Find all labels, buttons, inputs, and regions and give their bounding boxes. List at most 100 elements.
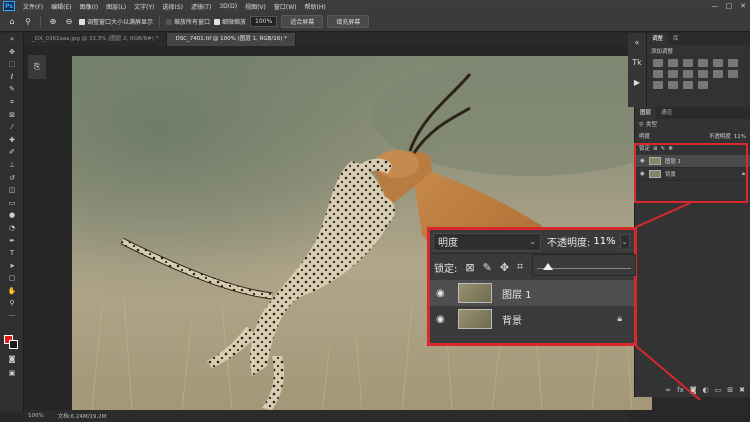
- crop-tool-icon[interactable]: ⌗: [0, 96, 24, 109]
- mask-icon[interactable]: ◙: [690, 386, 697, 394]
- maximize-button[interactable]: □: [722, 2, 736, 10]
- move-tool-icon[interactable]: ✥: [0, 46, 24, 59]
- callout-layer-row[interactable]: ◉ 背景 🔒︎: [430, 306, 634, 332]
- channel-mixer-icon[interactable]: [698, 70, 708, 78]
- background-color-swatch[interactable]: [9, 340, 18, 349]
- new-layer-icon[interactable]: ⊞: [727, 386, 733, 394]
- menu-edit[interactable]: 编辑(E): [47, 2, 75, 11]
- quick-select-icon[interactable]: ✎: [0, 83, 24, 96]
- marquee-tool-icon[interactable]: ⬚: [0, 58, 24, 71]
- tab-adjustments[interactable]: 调整: [647, 33, 669, 45]
- eraser-icon[interactable]: ◫: [0, 184, 24, 197]
- actions-play-icon[interactable]: ▶: [628, 73, 646, 93]
- levels-icon[interactable]: [668, 59, 678, 67]
- adjustment-icon[interactable]: ◐: [703, 386, 709, 394]
- menu-select[interactable]: 选择(S): [158, 2, 187, 11]
- photo-filter-icon[interactable]: [683, 70, 693, 78]
- path-select-icon[interactable]: ➤: [0, 260, 24, 273]
- hand-tool-icon[interactable]: ✋: [0, 285, 24, 298]
- link-icon[interactable]: ∞: [665, 386, 671, 394]
- menu-type[interactable]: 文字(Y): [130, 2, 158, 11]
- posterize-icon[interactable]: [653, 81, 663, 89]
- eye-icon[interactable]: ◉: [436, 288, 448, 299]
- blur-tool-icon[interactable]: ●: [0, 209, 24, 222]
- menu-3d[interactable]: 3D(D): [215, 3, 241, 10]
- menu-filter[interactable]: 滤镜(T): [187, 2, 215, 11]
- gradient-icon[interactable]: ▭: [0, 197, 24, 210]
- menu-file[interactable]: 文件(F): [19, 2, 47, 11]
- hue-icon[interactable]: [728, 59, 738, 67]
- menu-view[interactable]: 视图(V): [241, 2, 270, 11]
- close-button[interactable]: ✕: [736, 2, 750, 10]
- more-tools-icon[interactable]: ···: [0, 310, 24, 323]
- gradient-map-icon[interactable]: [683, 81, 693, 89]
- lookup-icon[interactable]: [713, 70, 723, 78]
- selective-color-icon[interactable]: [698, 81, 708, 89]
- type-tool-icon[interactable]: T: [0, 247, 24, 260]
- collapse-icon[interactable]: »: [0, 33, 24, 46]
- callout-layer-row[interactable]: ◉ 图层 1: [430, 280, 634, 306]
- home-icon[interactable]: ⌂: [6, 16, 18, 28]
- dodge-tool-icon[interactable]: ◔: [0, 222, 24, 235]
- brightness-icon[interactable]: [653, 59, 663, 67]
- screen-mode-icon[interactable]: ▣: [0, 367, 24, 380]
- resize-windows-checkbox[interactable]: 调整窗口大小以满屏显示: [79, 17, 153, 26]
- fill-screen-button[interactable]: 填充屏幕: [327, 15, 370, 28]
- tab-layers[interactable]: 图层: [635, 107, 657, 119]
- zoom-out-icon[interactable]: ⊖: [63, 16, 75, 28]
- layer-kind-select[interactable]: 类型: [646, 119, 657, 131]
- blend-mode-select[interactable]: 明度: [639, 131, 650, 143]
- threshold-icon[interactable]: [668, 81, 678, 89]
- healing-brush-icon[interactable]: ✚: [0, 134, 24, 147]
- tab-document-1[interactable]: _DX_0361aaa.jpg @ 33.3% (图层 2, RGB/8#) *: [24, 33, 168, 46]
- minimize-button[interactable]: —: [708, 2, 722, 10]
- opacity-slider-knob[interactable]: [542, 263, 553, 270]
- lock-pixels-icon[interactable]: ⊠: [465, 261, 474, 274]
- rectangle-tool-icon[interactable]: ▢: [0, 272, 24, 285]
- tab-channels[interactable]: 通道: [656, 107, 677, 119]
- exposure-icon[interactable]: [698, 59, 708, 67]
- eye-icon[interactable]: ◉: [436, 314, 448, 325]
- pen-tool-icon[interactable]: ✒: [0, 235, 24, 248]
- fit-screen-button[interactable]: 适合屏幕: [281, 15, 324, 28]
- tab-libraries[interactable]: 库: [668, 33, 684, 45]
- quick-mask-icon[interactable]: ◙: [0, 353, 24, 366]
- zoom-level[interactable]: 100%: [28, 413, 44, 419]
- curves-icon[interactable]: [683, 59, 693, 67]
- bw-icon[interactable]: [668, 70, 678, 78]
- tab-document-2[interactable]: DSC_7401.tif @ 100% (图层 1, RGB/16) *: [167, 33, 296, 46]
- frame-tool-icon[interactable]: ⊠: [0, 109, 24, 122]
- callout-blend-mode-select[interactable]: 明度 ⌄: [433, 232, 541, 251]
- lock-position-icon[interactable]: ✥: [500, 261, 509, 274]
- color-balance-icon[interactable]: [653, 70, 663, 78]
- fx-icon[interactable]: fx: [677, 386, 684, 394]
- zoom-value-field[interactable]: 100%: [250, 16, 278, 27]
- zoom-all-checkbox[interactable]: 缩放所有窗口: [166, 17, 210, 26]
- history-panel-icon[interactable]: ⎘: [28, 55, 46, 79]
- folder-icon[interactable]: ▭: [715, 386, 722, 394]
- zoom-tool-icon[interactable]: ⚲: [0, 297, 24, 310]
- collapse-icon[interactable]: «: [628, 33, 646, 53]
- chevron-down-icon[interactable]: ⌄: [619, 233, 630, 250]
- zoom-in-icon[interactable]: ⊕: [47, 16, 59, 28]
- zoomed-layers-callout: 明度 ⌄ 不透明度: 11% ⌄ 锁定: ⊠ ✎ ✥ ⌗ ◉ 图层 1 ◉ 背景: [427, 227, 637, 346]
- invert-icon[interactable]: [728, 70, 738, 78]
- menu-image[interactable]: 图像(I): [76, 2, 102, 11]
- zoom-tool-icon[interactable]: ⚲: [22, 16, 34, 28]
- trash-icon[interactable]: ✖: [739, 386, 745, 394]
- menu-help[interactable]: 帮助(H): [301, 2, 330, 11]
- opacity-value[interactable]: 11%: [734, 131, 746, 143]
- scrubby-zoom-checkbox[interactable]: 细微缩放: [214, 17, 246, 26]
- history-brush-icon[interactable]: ↺: [0, 172, 24, 185]
- lock-artboard-icon[interactable]: ⌗: [517, 260, 523, 274]
- clone-stamp-icon[interactable]: ⊥: [0, 159, 24, 172]
- menu-window[interactable]: 窗口(W): [270, 2, 301, 11]
- character-panel-icon[interactable]: Tk: [628, 53, 646, 73]
- callout-opacity-value[interactable]: 11%: [593, 236, 615, 247]
- eyedropper-icon[interactable]: ⁄: [0, 121, 24, 134]
- lock-paint-icon[interactable]: ✎: [483, 261, 492, 274]
- brush-tool-icon[interactable]: ✐: [0, 146, 24, 159]
- menu-layer[interactable]: 图层(L): [102, 2, 130, 11]
- vibrance-icon[interactable]: [713, 59, 723, 67]
- lasso-tool-icon[interactable]: ℓ: [0, 71, 24, 84]
